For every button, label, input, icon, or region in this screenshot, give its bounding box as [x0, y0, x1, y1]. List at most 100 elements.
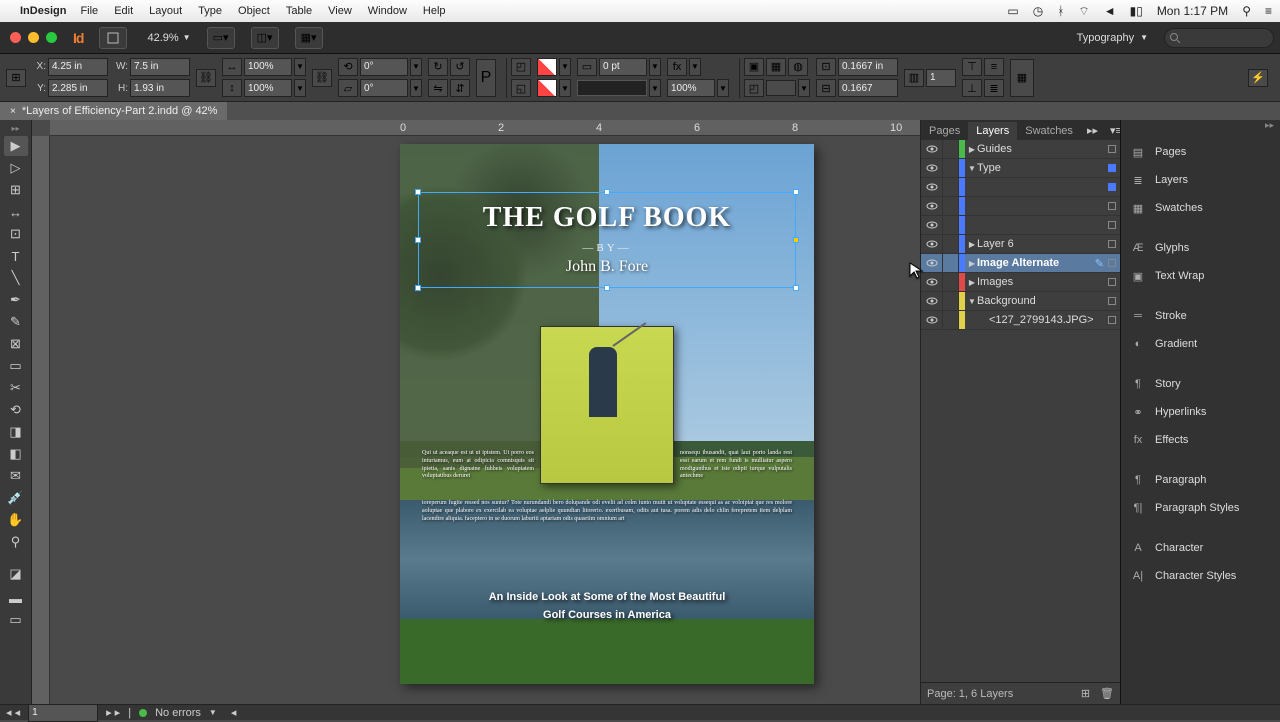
textwrap-bbox-button[interactable]: ▦ [766, 58, 786, 76]
scissors-tool[interactable]: ✂ [4, 378, 28, 398]
page-tool[interactable]: ⊞ [4, 180, 28, 200]
rectangle-tool[interactable]: ▭ [4, 356, 28, 376]
disclosure-triangle[interactable]: ▼ [967, 297, 977, 306]
quick-apply-button[interactable]: ⚡ [1248, 69, 1268, 87]
workspace-dropdown[interactable]: Typography ▼ [1077, 32, 1148, 44]
select-container-button[interactable]: ◰ [511, 58, 531, 76]
page-number-input[interactable] [28, 704, 98, 722]
panel-rail-pages[interactable]: ▤Pages [1121, 138, 1280, 166]
type-tool[interactable]: T [4, 246, 28, 266]
collapse-dock-button[interactable]: ▸▸ [1121, 120, 1280, 138]
layer-row[interactable]: ▶Images [921, 273, 1120, 292]
cols-input[interactable] [926, 69, 956, 87]
panel-rail-swatches[interactable]: ▦Swatches [1121, 194, 1280, 222]
menu-edit[interactable]: Edit [114, 5, 133, 17]
panel-rail-paragraph-styles[interactable]: ¶|Paragraph Styles [1121, 494, 1280, 522]
menu-window[interactable]: Window [368, 5, 407, 17]
flip-v-button[interactable]: ⇵ [450, 79, 470, 97]
scalex-drop[interactable]: ▼ [294, 58, 306, 76]
selection-indicator[interactable] [1108, 164, 1116, 172]
visibility-toggle[interactable] [921, 311, 943, 329]
disclosure-triangle[interactable]: ▶ [967, 145, 977, 154]
corner-shape-dropdown[interactable] [766, 80, 796, 96]
bridge-button[interactable] [99, 27, 127, 49]
lock-toggle[interactable] [943, 254, 959, 272]
lock-toggle[interactable] [943, 140, 959, 158]
screen-icon[interactable]: ▭ [1007, 4, 1018, 18]
wifi-icon[interactable]: ⌔ [1078, 4, 1089, 19]
status-page-nav-fwd[interactable]: ▸ ▸ [106, 706, 120, 719]
hand-tool[interactable]: ✋ [4, 510, 28, 530]
panel-rail-character-styles[interactable]: A|Character Styles [1121, 562, 1280, 590]
screen-mode-button[interactable]: ◫▾ [251, 27, 279, 49]
selection-indicator[interactable] [1108, 240, 1116, 248]
layer-row[interactable]: ▶Guides [921, 140, 1120, 159]
free-transform-tool[interactable]: ⟲ [4, 400, 28, 420]
h-input[interactable] [130, 79, 190, 97]
panel-rail-gradient[interactable]: ◐Gradient [1121, 330, 1280, 358]
visibility-toggle[interactable] [921, 235, 943, 253]
zoom-dropdown[interactable]: 42.9% ▼ [147, 32, 190, 44]
panel-rail-layers[interactable]: ≣Layers [1121, 166, 1280, 194]
align-mid-button[interactable]: ≡ [984, 58, 1004, 76]
clock[interactable]: Mon 1:17 PM [1157, 4, 1228, 18]
canvas[interactable]: 0246810 THE GOLF BOOK —BY— John B. Fore [32, 120, 920, 704]
visibility-toggle[interactable] [921, 178, 943, 196]
panel-rail-character[interactable]: ACharacter [1121, 534, 1280, 562]
layer-row[interactable] [921, 178, 1120, 197]
body-text-right[interactable]: nonsequ ibusandit, quat laut porio landa… [680, 450, 792, 481]
selection-indicator[interactable] [1108, 278, 1116, 286]
disclosure-triangle[interactable]: ▶ [967, 240, 977, 249]
layer-name[interactable]: Guides [977, 143, 1104, 155]
close-window-button[interactable] [10, 32, 21, 43]
body-text-full[interactable]: toreperum fugite ressed nos suntur? Tote… [422, 500, 792, 523]
lock-toggle[interactable] [943, 292, 959, 310]
battery-icon[interactable]: ▮▯ [1130, 4, 1143, 18]
lock-toggle[interactable] [943, 159, 959, 177]
layer-row[interactable]: ▶Image Alternate✎ [921, 254, 1120, 273]
constrain-scale-button[interactable]: ⛓ [312, 69, 332, 87]
layer-name[interactable]: Type [977, 162, 1104, 174]
w-input[interactable] [130, 58, 190, 76]
gap-input[interactable] [838, 58, 898, 76]
stroke-swatch[interactable] [537, 79, 557, 97]
menu-layout[interactable]: Layout [149, 5, 182, 17]
select-content-button[interactable]: ◱ [511, 79, 531, 97]
x-input[interactable] [48, 58, 108, 76]
panel-tab-swatches[interactable]: Swatches [1017, 122, 1081, 140]
selection-box[interactable] [418, 192, 796, 288]
layer-row[interactable]: ▼Background [921, 292, 1120, 311]
layer-row[interactable] [921, 197, 1120, 216]
y-input[interactable] [48, 79, 108, 97]
textwrap-none-button[interactable]: ▣ [744, 58, 764, 76]
gap-tool[interactable]: ↔ [4, 202, 28, 222]
page-spread[interactable]: THE GOLF BOOK —BY— John B. Fore Qui ut a… [400, 144, 814, 684]
view-mode-button[interactable]: ▭ [4, 610, 28, 630]
volume-icon[interactable]: ◄ [1104, 4, 1116, 18]
pen-tool[interactable]: ✒ [4, 290, 28, 310]
fit-content-button[interactable]: ⊟ [816, 79, 836, 97]
vertical-ruler[interactable] [32, 136, 50, 704]
lock-toggle[interactable] [943, 311, 959, 329]
document-tab[interactable]: × *Layers of Efficiency-Part 2.indd @ 42… [0, 102, 227, 120]
panel-tab-layers[interactable]: Layers [968, 122, 1017, 140]
selection-indicator[interactable] [1108, 259, 1116, 267]
delete-layer-button[interactable]: 🗑 [1100, 687, 1114, 700]
layer-name[interactable]: Background [977, 295, 1104, 307]
corner-options-button[interactable]: ◰ [744, 79, 764, 97]
opacity-input[interactable] [667, 79, 715, 97]
close-tab-icon[interactable]: × [10, 106, 16, 117]
panel-rail-glyphs[interactable]: ÆGlyphs [1121, 234, 1280, 262]
scaley-input[interactable] [244, 79, 292, 97]
disclosure-triangle[interactable]: ▶ [967, 259, 977, 268]
selection-indicator[interactable] [1108, 316, 1116, 324]
layer-name[interactable]: Images [977, 276, 1104, 288]
horizontal-ruler[interactable]: 0246810 [50, 120, 920, 136]
direct-selection-tool[interactable]: ▷ [4, 158, 28, 178]
ref-point-widget[interactable]: ⊞ [6, 69, 26, 87]
panel-rail-effects[interactable]: fxEffects [1121, 426, 1280, 454]
selection-tool[interactable]: ▶ [4, 136, 28, 156]
subtitle[interactable]: An Inside Look at Some of the Most Beaut… [400, 588, 814, 624]
golfer-image[interactable] [540, 326, 674, 484]
selection-indicator[interactable] [1108, 145, 1116, 153]
